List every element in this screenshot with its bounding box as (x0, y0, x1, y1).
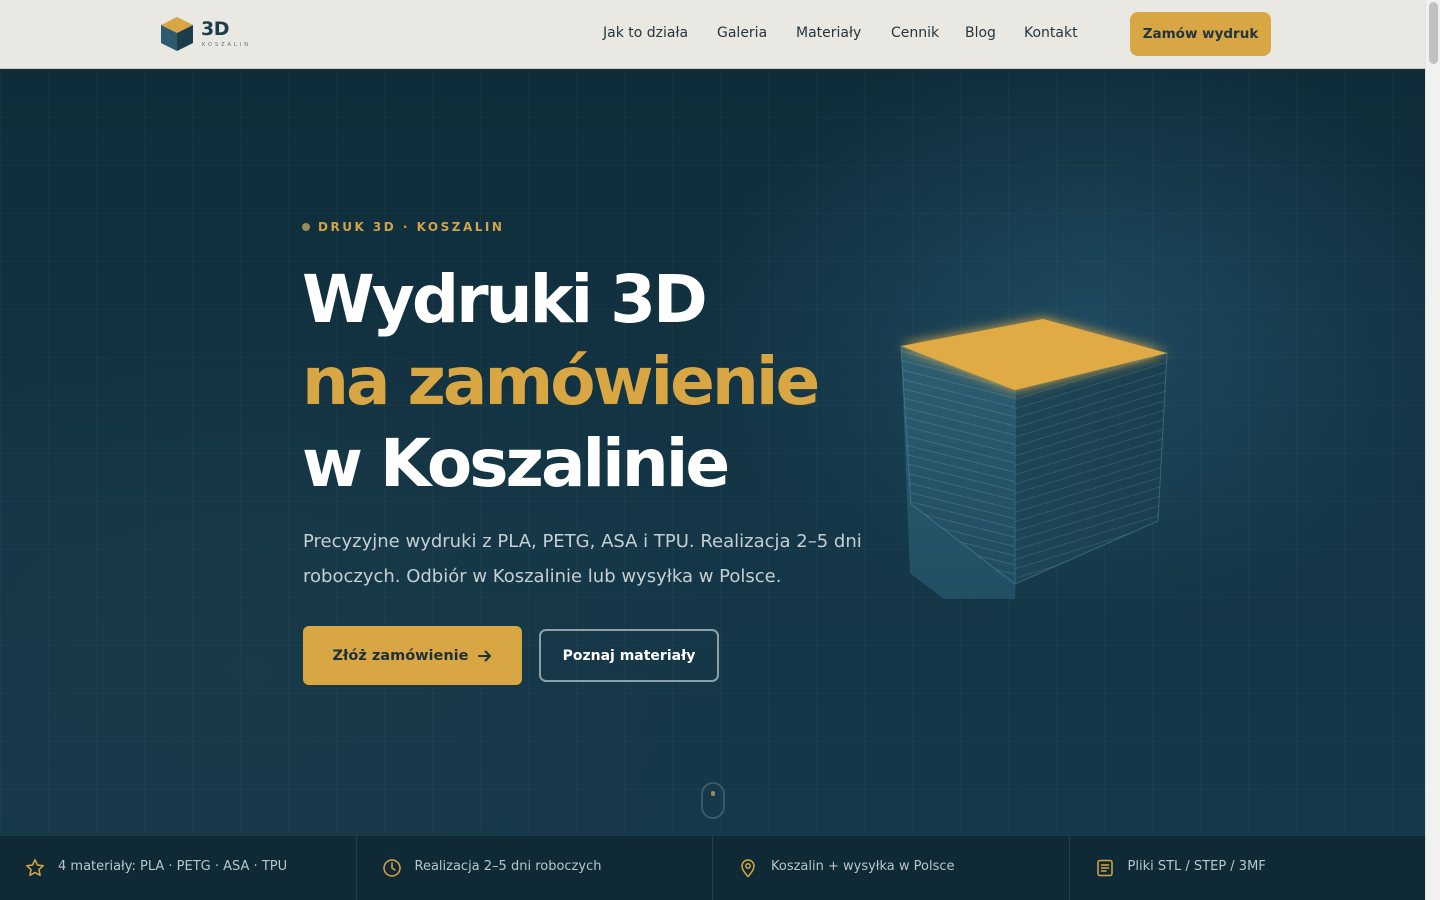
order-print-button[interactable]: Zamów wydruk (1130, 12, 1271, 56)
place-order-button[interactable]: Złóż zamówienie (303, 626, 522, 685)
logo-text: 3D (201, 18, 230, 40)
file-icon (1096, 859, 1113, 877)
headline-line-2: na zamówienie (302, 343, 820, 420)
feature-text: Pliki STL / STEP / 3MF (1127, 859, 1266, 874)
place-order-label: Złóż zamówienie (332, 647, 469, 664)
nav-item-how-it-works[interactable]: Jak to działa (603, 25, 688, 41)
scroll-indicator-dot (711, 791, 715, 796)
arrow-right-icon (478, 650, 492, 661)
eyebrow-text: DRUK 3D · KOSZALIN (318, 220, 505, 234)
logo-cube-icon (161, 17, 193, 51)
feature-text: Realizacja 2–5 dni roboczych (414, 859, 602, 874)
nav-item-gallery[interactable]: Galeria (717, 25, 767, 41)
feature-text: Koszalin + wysyłka w Polsce (771, 859, 955, 874)
nav-item-materials[interactable]: Materiały (796, 25, 861, 41)
headline-line-1: Wydruki 3D (302, 261, 708, 338)
nav-item-pricing[interactable]: Cennik (891, 25, 939, 41)
scroll-indicator[interactable] (701, 782, 725, 819)
scrollbar-thumb[interactable] (1429, 2, 1438, 64)
site-header: 3D KOSZALIN Jak to działa Galeria Materi… (0, 0, 1425, 69)
nav-item-contact[interactable]: Kontakt (1024, 25, 1078, 41)
hero-headline: Wydruki 3D na zamówienie w Koszalinie (302, 259, 820, 505)
feature-materials: 4 materiały: PLA · PETG · ASA · TPU (0, 836, 357, 900)
location-pin-icon (741, 859, 755, 878)
feature-location: Koszalin + wysyłka w Polsce (713, 836, 1070, 900)
feature-text: 4 materiały: PLA · PETG · ASA · TPU (58, 859, 288, 874)
printed-cube-illustration (900, 319, 1168, 599)
eyebrow-dot (302, 223, 310, 231)
star-icon (26, 859, 44, 877)
feature-file-formats: Pliki STL / STEP / 3MF (1070, 836, 1426, 900)
hero-lead: Precyzyjne wydruki z PLA, PETG, ASA i TP… (303, 531, 862, 587)
logo[interactable]: 3D KOSZALIN (160, 16, 255, 52)
features-bar: 4 materiały: PLA · PETG · ASA · TPU Real… (0, 835, 1425, 900)
hero-eyebrow: DRUK 3D · KOSZALIN (302, 220, 504, 234)
explore-materials-button[interactable]: Poznaj materiały (539, 629, 719, 682)
headline-line-3: w Koszalinie (302, 425, 730, 502)
hero-section: DRUK 3D · KOSZALIN Wydruki 3D na zamówie… (0, 69, 1425, 835)
page-scrollbar[interactable] (1425, 0, 1440, 900)
feature-turnaround: Realizacja 2–5 dni roboczych (357, 836, 713, 900)
clock-icon (382, 859, 401, 877)
nav-item-blog[interactable]: Blog (965, 25, 996, 41)
logo-subtext: KOSZALIN (202, 42, 251, 48)
